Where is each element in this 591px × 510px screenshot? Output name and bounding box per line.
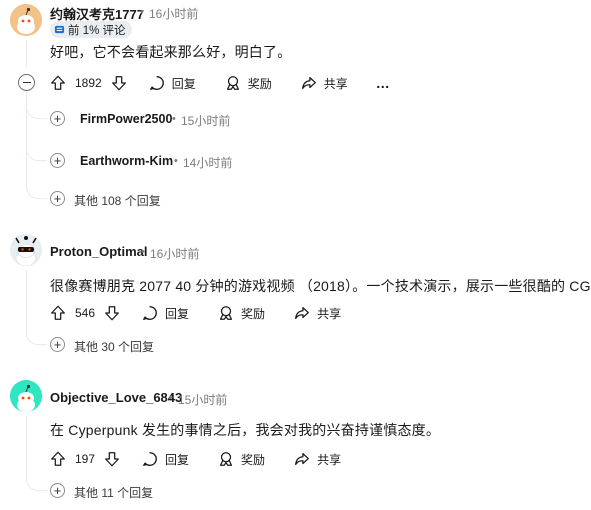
comment-actions: 1892 回复 奖励 共享 …	[49, 71, 391, 95]
reply-label: 回复	[171, 76, 196, 91]
share-arrow-icon	[300, 74, 318, 92]
expand-plus-icon[interactable]: +	[50, 337, 65, 352]
badge-label: 前 1% 评论	[68, 24, 126, 37]
avatar[interactable]	[10, 380, 42, 412]
share-button[interactable]: 共享	[293, 450, 341, 468]
top-comment-badge: 前 1% 评论	[50, 21, 132, 38]
expand-plus-icon[interactable]: +	[50, 191, 65, 206]
vote-count: 1892	[75, 76, 102, 90]
award-icon	[224, 74, 242, 92]
reply-button[interactable]: 回复	[148, 74, 196, 92]
reply-button[interactable]: 回复	[141, 304, 189, 322]
username[interactable]: Objective_Love_6843	[50, 390, 182, 405]
award-button[interactable]: 奖励	[217, 304, 265, 322]
collapse-minus-icon	[22, 81, 31, 84]
thread-branch	[26, 175, 47, 199]
downvote-icon[interactable]	[103, 450, 121, 468]
more-replies-link[interactable]: 其他 108 个回复	[74, 192, 161, 209]
child-username[interactable]: FirmPower2500	[80, 112, 172, 126]
avatar[interactable]	[10, 4, 42, 36]
reply-label: 回复	[165, 452, 190, 467]
comment-actions: 197 回复 奖励 共享	[49, 447, 341, 471]
downvote-icon[interactable]	[110, 74, 128, 92]
award-button[interactable]: 奖励	[224, 74, 272, 92]
more-options-button[interactable]: …	[376, 75, 391, 91]
upvote-icon[interactable]	[49, 74, 67, 92]
timestamp[interactable]: 15小时前	[178, 391, 227, 408]
award-label: 奖励	[241, 306, 266, 321]
share-button[interactable]: 共享	[300, 74, 348, 92]
comment-body: 在 Cyperpunk 发生的事情之后，我会对我的兴奋持谨慎态度。	[50, 422, 441, 438]
award-icon	[217, 304, 235, 322]
separator-dot: •	[174, 155, 178, 167]
expand-plus-icon[interactable]: +	[50, 483, 65, 498]
thread-line	[26, 40, 27, 68]
share-button[interactable]: 共享	[293, 304, 341, 322]
expand-plus-icon[interactable]: +	[50, 111, 65, 126]
comment-body: 很像赛博朋克 2077 40 分钟的游戏视频 （2018）。一个技术演示，展示一…	[50, 278, 591, 294]
timestamp[interactable]: 16小时前	[150, 245, 199, 262]
comment-bubble-icon	[141, 450, 159, 468]
reply-button[interactable]: 回复	[141, 450, 189, 468]
upvote-icon[interactable]	[49, 450, 67, 468]
thread-branch	[26, 300, 47, 345]
comment-actions: 546 回复 奖励 共享	[49, 301, 341, 325]
share-label: 共享	[317, 452, 342, 467]
more-replies-link[interactable]: 其他 11 个回复	[74, 484, 153, 501]
reply-label: 回复	[165, 306, 190, 321]
timestamp[interactable]: 15小时前	[181, 112, 230, 129]
vote-count: 546	[75, 306, 96, 320]
username[interactable]: Proton_Optimal	[50, 244, 148, 259]
expand-plus-icon[interactable]: +	[50, 153, 65, 168]
thread-branch	[26, 140, 47, 161]
share-arrow-icon	[293, 304, 311, 322]
flame-icon	[54, 24, 65, 35]
separator-dot: •	[140, 6, 144, 18]
downvote-icon[interactable]	[103, 304, 121, 322]
avatar[interactable]	[10, 234, 42, 266]
share-label: 共享	[323, 76, 348, 91]
comment-bubble-icon	[141, 304, 159, 322]
more-options-label: …	[375, 75, 391, 91]
separator-dot: •	[169, 392, 173, 404]
upvote-icon[interactable]	[49, 304, 67, 322]
vote-count: 197	[75, 452, 96, 466]
comment-body: 好吧，它不会看起来那么好，明白了。	[50, 44, 292, 60]
more-replies-link[interactable]: 其他 30 个回复	[74, 338, 154, 355]
share-label: 共享	[317, 306, 342, 321]
share-arrow-icon	[293, 450, 311, 468]
collapse-button[interactable]	[18, 74, 35, 91]
award-button[interactable]: 奖励	[217, 450, 265, 468]
award-label: 奖励	[241, 452, 266, 467]
separator-dot: •	[172, 113, 176, 125]
thread-branch	[26, 92, 47, 119]
timestamp[interactable]: 16小时前	[149, 5, 198, 22]
comment-bubble-icon	[148, 74, 166, 92]
award-label: 奖励	[247, 76, 272, 91]
separator-dot: •	[141, 246, 145, 258]
award-icon	[217, 450, 235, 468]
child-username[interactable]: Earthworm-Kim	[80, 154, 173, 168]
thread-branch	[26, 446, 47, 491]
timestamp[interactable]: 14小时前	[183, 154, 232, 171]
